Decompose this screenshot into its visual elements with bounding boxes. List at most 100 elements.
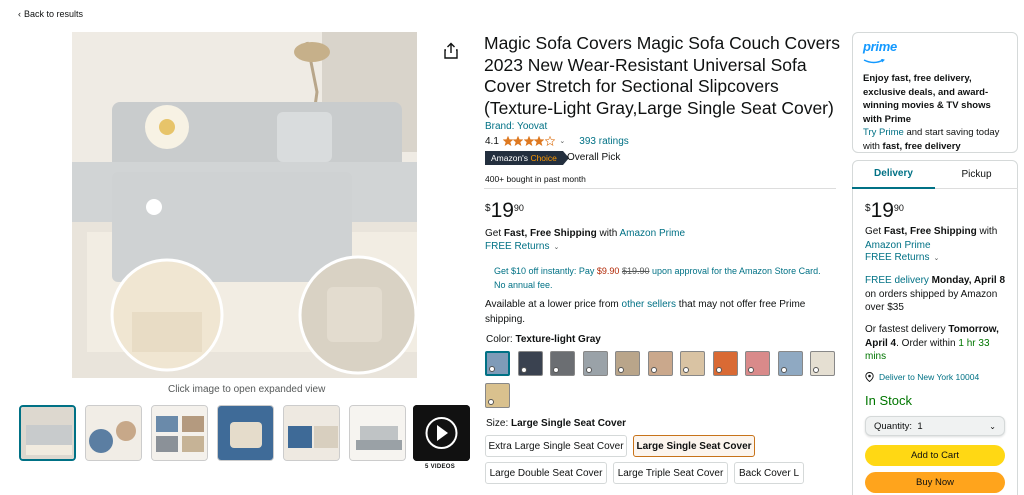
color-swatch[interactable] [680,351,705,376]
deliver-to-link[interactable]: Deliver to New York 10004 [865,372,979,382]
deliver-to-label: Deliver to New York 10004 [879,372,980,382]
store-card-offer[interactable]: Get $10 off instantly: Pay $9.90 $19.90 … [494,264,834,292]
ratings-count-link[interactable]: 393 ratings [579,136,628,147]
price-fraction: 90 [513,203,524,213]
color-swatch[interactable] [647,351,673,376]
swatch-dot-icon [813,367,819,373]
size-option-extra-large-single[interactable]: Extra Large Single Seat Cover [485,435,627,457]
thumbnail-5[interactable] [283,405,340,461]
sofa-image [72,32,417,378]
product-price: $ 19 90 [485,200,524,222]
chevron-down-icon[interactable]: ⌄ [559,137,565,145]
buy-now-button[interactable]: Buy Now [865,472,1005,493]
buybox-price: $ 19 90 [865,200,904,222]
try-prime-link[interactable]: Try Prime [863,127,904,138]
swatch-dot-icon [618,367,624,373]
free-returns-label: FREE Returns [485,241,550,252]
prime-promo-text: Enjoy fast, free delivery, exclusive dea… [863,73,991,125]
free-delivery-link[interactable]: FREE delivery [865,275,929,286]
color-swatch[interactable] [485,383,510,408]
divider [484,188,836,189]
color-swatch[interactable] [550,351,575,376]
tab-pickup[interactable]: Pickup [935,160,1018,189]
main-product-image[interactable] [72,32,417,378]
chevron-left-icon: ‹ [18,9,21,19]
tab-delivery[interactable]: Delivery [852,160,935,189]
fastest-mid: . Order within [896,337,959,349]
chevron-down-icon: ⌄ [553,244,560,251]
ship-prefix: Get [865,226,884,237]
color-swatch[interactable] [777,351,803,376]
size-label-prefix: Size: [486,418,512,429]
swatch-dot-icon [683,367,689,373]
prime-promo-box: prime Enjoy fast, free delivery, exclusi… [852,32,1018,153]
video-thumbnail[interactable] [413,405,470,461]
size-option-large-triple[interactable]: Large Triple Seat Cover [613,462,728,484]
size-option-large-single[interactable]: Large Single Seat Cover [633,435,755,457]
buybox-free-returns[interactable]: FREE Returns ⌄ [865,252,939,263]
expand-caption: Click image to open expanded view [168,384,326,395]
color-swatch[interactable] [485,351,510,376]
amazon-prime-link[interactable]: Amazon Prime [620,228,686,239]
lower-price-pre: Available at a lower price from [485,299,622,310]
rating-row[interactable]: 4.1 ⌄ 393 ratings [485,134,629,148]
chevron-down-icon: ⌄ [989,421,996,431]
chevron-down-icon: ⌄ [933,255,940,262]
swatch-dot-icon [585,367,592,373]
try-prime-bold: fast, free delivery [882,140,961,152]
price-whole: 19 [490,199,514,222]
product-title: Magic Sofa Covers Magic Sofa Couch Cover… [484,33,840,118]
share-icon[interactable] [442,42,460,60]
swatch-dot-icon [780,367,787,373]
overall-pick-label: Overall Pick [567,152,621,163]
stock-status: In Stock [865,393,912,408]
amazons-choice-badge: Amazon's Choice [485,151,569,165]
delivery-rest: on orders shipped by Amazon over $35 [865,288,998,314]
ship-with: with [976,226,998,237]
color-value: Texture-light Gray [515,334,601,345]
ship-bold: Fast, Free Shipping [883,226,977,237]
swatch-dot-icon [650,367,657,373]
other-sellers-link[interactable]: other sellers [622,299,676,310]
fastest-delivery-info: Or fastest delivery Tomorrow, April 4. O… [865,323,1010,364]
ship-prefix: Get [485,228,504,239]
swatch-dot-icon [715,367,722,373]
quantity-select[interactable]: Quantity: 1 ⌄ [865,416,1005,436]
thumbnail-6[interactable] [349,405,406,461]
thumbnail-1[interactable] [19,405,76,461]
thumbnail-3[interactable] [151,405,208,461]
add-to-cart-button[interactable]: Add to Cart [865,445,1005,466]
amazon-prime-link[interactable]: Amazon Prime [865,240,931,251]
prime-logo: prime [863,39,897,54]
swatch-dot-icon [488,399,494,405]
brand-link[interactable]: Brand: Yoovat [485,121,547,132]
price-whole: 19 [870,199,894,222]
offer-pre: Get $10 off instantly: Pay [494,266,597,276]
prime-try-line: Try Prime and start saving today with fa… [863,126,1007,153]
color-swatch[interactable] [745,351,770,376]
star-icon [502,136,513,146]
swatch-dot-icon [553,367,559,373]
lower-price-note: Available at a lower price from other se… [485,298,825,327]
free-returns-link[interactable]: FREE Returns ⌄ [485,241,559,252]
offer-old-price: $19.90 [621,266,650,276]
thumbnail-4[interactable] [217,405,274,461]
badge-prefix: Amazon's [491,153,529,163]
swatch-dot-icon [748,367,754,373]
back-to-results-link[interactable]: ‹ Back to results [18,9,83,19]
size-option-large-double[interactable]: Large Double Seat Cover [485,462,607,484]
prime-smile-icon [863,58,885,64]
color-swatch[interactable] [810,351,835,376]
star-icon [523,136,534,146]
color-swatch[interactable] [582,351,608,376]
bought-in-past-month: 400+ bought in past month [485,174,586,184]
thumbnail-2[interactable] [85,405,142,461]
back-label: Back to results [24,9,84,19]
color-swatch[interactable] [712,351,738,376]
color-swatch[interactable] [615,351,640,376]
videos-count-label: 5 VIDEOS [425,464,456,470]
badge-suffix: Choice [530,153,557,163]
size-option-back-cover-l[interactable]: Back Cover L [734,462,804,484]
color-swatch[interactable] [517,351,543,376]
color-label-prefix: Color: [486,334,516,345]
